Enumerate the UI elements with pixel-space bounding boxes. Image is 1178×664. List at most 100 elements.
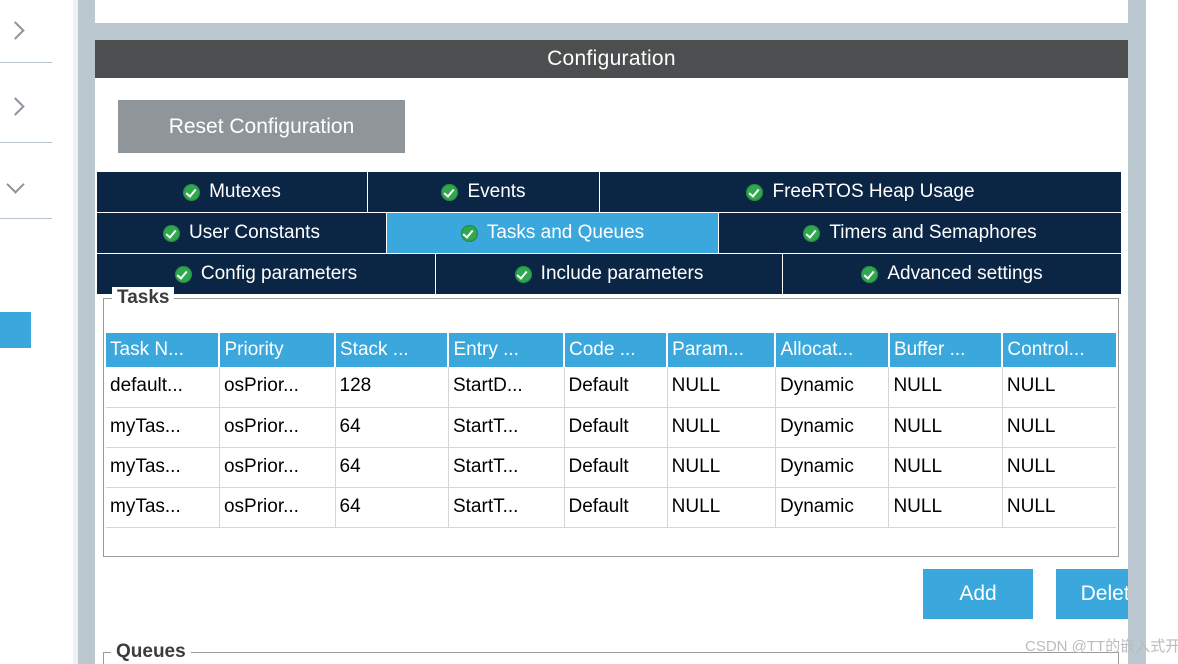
chevron-right-icon (6, 20, 28, 42)
table-cell[interactable]: Default (564, 407, 668, 448)
table-cell[interactable]: NULL (667, 367, 776, 408)
chevron-right-icon (6, 96, 28, 118)
tab-row-3: Config parameters Include parameters Advan… (97, 254, 1121, 294)
column-header[interactable]: Task N... (106, 333, 221, 367)
check-circle-icon (174, 265, 192, 283)
tab-label: Tasks and Queues (486, 222, 645, 243)
check-circle-icon (183, 183, 201, 201)
queues-legend: Queues (111, 641, 191, 663)
table-cell[interactable]: osPrior... (219, 367, 336, 408)
right-scroll-gutter[interactable] (1128, 0, 1146, 664)
tab-tasks-and-queues[interactable]: Tasks and Queues (387, 213, 718, 253)
tab-advanced-settings[interactable]: Advanced settings (783, 254, 1121, 294)
queues-section (103, 652, 1119, 664)
table-cell[interactable]: osPrior... (219, 447, 336, 488)
table-cell[interactable]: osPrior... (219, 487, 336, 528)
table-header-row: Task N... Priority Stack ... Entry ... Code … (106, 333, 1116, 367)
table-cell[interactable]: Default (564, 367, 668, 408)
check-circle-icon (514, 265, 532, 283)
table-cell[interactable]: NULL (1002, 407, 1116, 448)
table-cell[interactable]: 64 (335, 487, 449, 528)
column-header[interactable]: Buffer ... (888, 333, 1004, 367)
tab-events[interactable]: Events (368, 172, 599, 212)
configuration-panel: Configuration Reset Configuration Mutexe… (95, 0, 1178, 664)
table-cell[interactable]: NULL (1002, 367, 1116, 408)
tab-include-parameters[interactable]: Include parameters (436, 254, 782, 294)
tasks-legend: Tasks (112, 287, 175, 309)
tab-label: Timers and Semaphores (829, 222, 1037, 243)
rail-item-2[interactable] (0, 88, 73, 126)
rail-item-1[interactable] (0, 12, 73, 50)
tab-label: Config parameters (200, 263, 358, 284)
table-cell[interactable]: 128 (335, 367, 449, 408)
table-cell[interactable]: NULL (1002, 487, 1116, 528)
watermark-text: CSDN @TT的嵌入式开发路 (1025, 638, 1178, 655)
tasks-table[interactable]: Task N... Priority Stack ... Entry ... Code … (106, 333, 1116, 528)
column-header[interactable]: Entry ... (448, 333, 565, 367)
table-row[interactable]: default... osPrior... 128 StartD... Default N… (106, 367, 1116, 408)
table-row[interactable]: myTas... osPrior... 64 StartT... Default NULL… (106, 407, 1116, 448)
table-cell[interactable]: NULL (888, 447, 1003, 488)
tab-freertos-heap-usage[interactable]: FreeRTOS Heap Usage (600, 172, 1121, 212)
right-whitespace (1146, 0, 1178, 664)
table-cell[interactable]: NULL (888, 407, 1003, 448)
table-cell[interactable]: NULL (888, 487, 1003, 528)
tab-row-2: User Constants Tasks and Queues Timers and… (97, 213, 1121, 253)
table-cell[interactable]: StartD... (448, 367, 565, 408)
table-cell[interactable]: NULL (667, 487, 776, 528)
table-cell[interactable]: StartT... (448, 447, 565, 488)
table-cell[interactable]: Dynamic (775, 447, 890, 488)
table-cell[interactable]: StartT... (448, 487, 565, 528)
rail-active-indicator[interactable] (0, 312, 31, 348)
column-header[interactable]: Allocat... (775, 333, 890, 367)
column-header[interactable]: Code ... (564, 333, 669, 367)
table-cell[interactable]: default... (106, 367, 220, 408)
column-header[interactable]: Stack ... (335, 333, 450, 367)
tab-label: Events (467, 181, 526, 202)
left-rail (0, 0, 73, 664)
table-row[interactable]: myTas... osPrior... 64 StartT... Default NULL… (106, 487, 1116, 528)
table-cell[interactable]: NULL (1002, 447, 1116, 488)
add-task-button[interactable]: Add (923, 569, 1033, 619)
tab-timers-and-semaphores[interactable]: Timers and Semaphores (719, 213, 1121, 253)
check-circle-icon (441, 183, 459, 201)
column-header[interactable]: Control... (1002, 333, 1116, 367)
table-cell[interactable]: Default (564, 487, 668, 528)
table-cell[interactable]: myTas... (106, 487, 220, 528)
tab-row-1: Mutexes Events FreeRTOS Heap Usage (97, 172, 1121, 212)
table-cell[interactable]: StartT... (448, 407, 565, 448)
table-cell[interactable]: myTas... (106, 407, 220, 448)
rail-item-3[interactable] (0, 168, 73, 206)
tasks-section: Tasks Task N... Priority Stack ... Entry ..… (103, 287, 1119, 557)
table-row[interactable]: myTas... osPrior... 64 StartT... Default NULL… (106, 447, 1116, 488)
check-circle-icon (861, 265, 879, 283)
table-cell[interactable]: Dynamic (775, 487, 890, 528)
column-header[interactable]: Priority (219, 333, 336, 367)
panel-top-whitespace (95, 0, 1128, 23)
tab-label: Include parameters (540, 263, 704, 284)
table-cell[interactable]: NULL (667, 407, 776, 448)
check-circle-icon (163, 224, 181, 242)
tab-user-constants[interactable]: User Constants (97, 213, 386, 253)
left-scroll-gutter[interactable] (78, 0, 95, 664)
check-circle-icon (746, 183, 764, 201)
tab-label: Mutexes (209, 181, 281, 202)
tab-grid: Mutexes Events FreeRTOS Heap Usage User Con… (97, 172, 1121, 295)
table-cell[interactable]: Dynamic (775, 407, 890, 448)
reset-configuration-button[interactable]: Reset Configuration (118, 100, 405, 153)
table-cell[interactable]: 64 (335, 407, 449, 448)
table-cell[interactable]: Default (564, 447, 668, 488)
table-cell[interactable]: osPrior... (219, 407, 336, 448)
page-title: Configuration (95, 40, 1128, 78)
table-cell[interactable]: NULL (888, 367, 1003, 408)
rail-separator-3 (0, 218, 52, 219)
table-cell[interactable]: 64 (335, 447, 449, 488)
table-cell[interactable]: Dynamic (775, 367, 890, 408)
panel-top-band (95, 23, 1128, 40)
column-header[interactable]: Param... (667, 333, 777, 367)
table-cell[interactable]: NULL (667, 447, 776, 488)
table-cell[interactable]: myTas... (106, 447, 220, 488)
tab-mutexes[interactable]: Mutexes (97, 172, 367, 212)
tab-label: FreeRTOS Heap Usage (772, 181, 975, 202)
tab-label: Advanced settings (887, 263, 1043, 284)
